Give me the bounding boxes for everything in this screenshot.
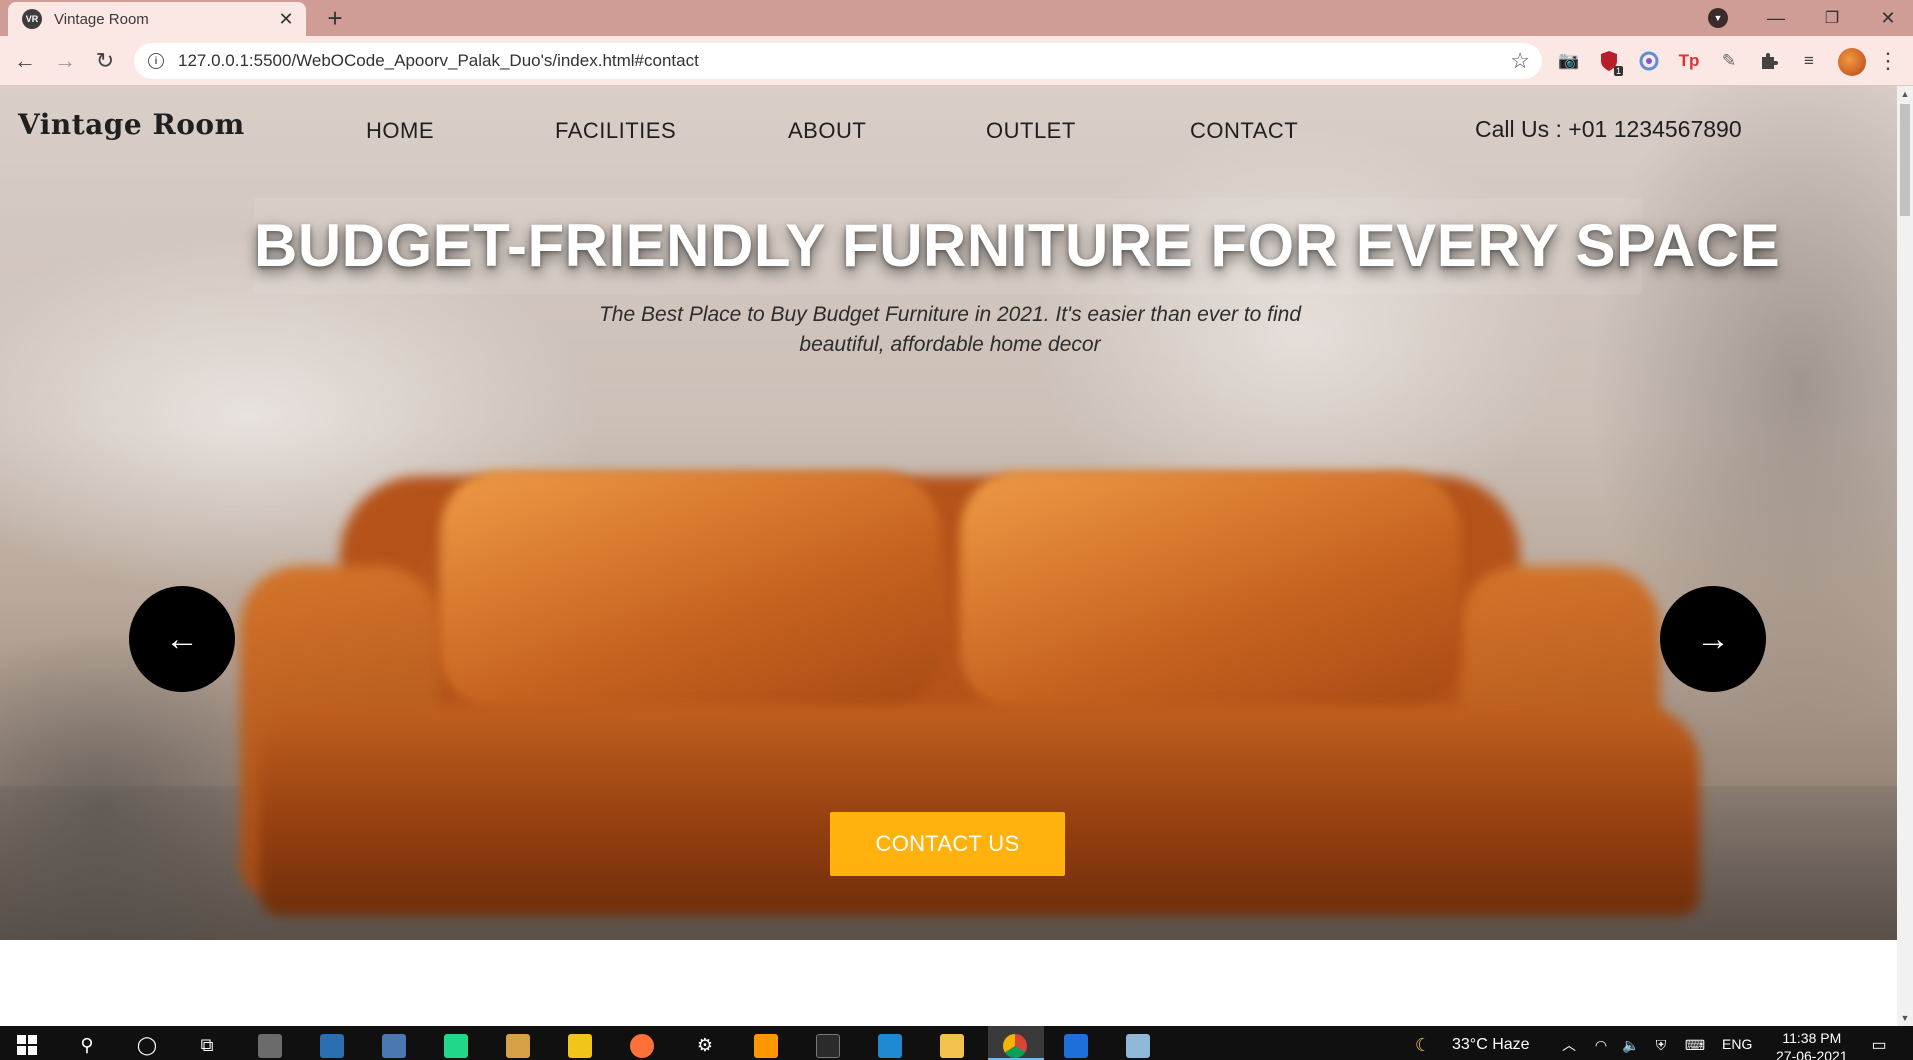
sofa-cushion-left (440, 471, 940, 711)
nav-about[interactable]: ABOUT (788, 118, 866, 144)
forward-button[interactable]: → (50, 46, 80, 76)
contact-us-button[interactable]: CONTACT US (830, 812, 1065, 876)
language-indicator[interactable]: ENG (1722, 1036, 1752, 1052)
sync-extension-icon[interactable] (1637, 49, 1661, 73)
pycharm-icon[interactable] (444, 1034, 468, 1058)
address-bar[interactable]: i 127.0.0.1:5500/WebOCode_Apoorv_Palak_D… (134, 43, 1542, 79)
file-explorer-icon[interactable] (940, 1034, 964, 1058)
site-logo[interactable]: Vintage Room (18, 108, 245, 141)
clock[interactable]: 11:38 PM 27-06-2021 (1776, 1030, 1848, 1060)
reload-button[interactable]: ↻ (90, 46, 120, 76)
shield-extension-icon[interactable]: 1 (1597, 49, 1623, 76)
window-minimize-button[interactable]: — (1748, 0, 1804, 36)
sofa-cushion-right (960, 471, 1460, 711)
new-tab-button[interactable]: + (320, 3, 350, 33)
sticky-notes-icon[interactable] (568, 1034, 592, 1058)
back-button[interactable]: ← (10, 46, 40, 76)
windows-start-icon[interactable] (14, 1032, 40, 1058)
browser-toolbar: ← → ↻ i 127.0.0.1:5500/WebOCode_Apoorv_P… (0, 36, 1913, 86)
clock-date: 27-06-2021 (1776, 1048, 1848, 1060)
calculator-icon[interactable] (382, 1034, 406, 1058)
task-view-icon[interactable]: ⧉ (194, 1032, 220, 1058)
browser-tab[interactable]: VR Vintage Room ✕ (8, 2, 306, 36)
nav-contact[interactable]: CONTACT (1190, 118, 1298, 144)
scroll-up-icon[interactable]: ▲ (1897, 86, 1913, 102)
app-icon-3[interactable] (1126, 1034, 1150, 1058)
scroll-down-icon[interactable]: ▼ (1897, 1010, 1913, 1026)
cortana-icon[interactable]: ◯ (134, 1032, 160, 1058)
wifi-icon[interactable]: ◠ (1588, 1032, 1614, 1058)
app-icon-2[interactable] (320, 1034, 344, 1058)
arrow-left-icon: ← (165, 619, 199, 658)
color-picker-extension-icon[interactable]: ✎ (1717, 49, 1741, 73)
scrollbar-thumb[interactable] (1900, 104, 1910, 216)
sofa-seat (260, 706, 1700, 916)
tab-close-icon[interactable]: ✕ (274, 7, 298, 31)
slider-prev-button[interactable]: ← (129, 586, 235, 692)
extension-badge: 1 (1613, 66, 1623, 76)
keyboard-icon[interactable]: ⌨ (1682, 1032, 1708, 1058)
firefox-icon[interactable] (630, 1034, 654, 1058)
bookmark-star-icon[interactable]: ☆ (1510, 48, 1530, 74)
slider-next-button[interactable]: → (1660, 586, 1766, 692)
window-close-button[interactable]: ✕ (1860, 0, 1913, 36)
extensions-puzzle-icon[interactable] (1757, 49, 1781, 73)
settings-gear-icon[interactable]: ⚙ (692, 1032, 718, 1058)
profile-avatar[interactable] (1838, 48, 1866, 76)
sublime-text-icon[interactable] (754, 1034, 778, 1058)
hero-title: BUDGET-FRIENDLY FURNITURE FOR EVERY SPAC… (254, 198, 1780, 294)
hero-slider: Vintage Room HOME FACILITIES ABOUT OUTLE… (0, 86, 1897, 940)
app-icon-1[interactable] (258, 1034, 282, 1058)
terminal-icon[interactable] (816, 1034, 840, 1058)
clock-time: 11:38 PM (1782, 1030, 1842, 1046)
chrome-icon[interactable] (1003, 1034, 1027, 1058)
nav-home[interactable]: HOME (366, 118, 434, 144)
nav-outlet[interactable]: OUTLET (986, 118, 1076, 144)
notifications-icon[interactable]: ▭ (1866, 1032, 1892, 1058)
hero-subtitle: The Best Place to Buy Budget Furniture i… (598, 303, 1302, 356)
security-shield-icon[interactable]: ⛨ (1648, 1032, 1674, 1058)
arrow-right-icon: → (1696, 619, 1730, 658)
search-icon[interactable]: ⚲ (74, 1032, 100, 1058)
windows-taskbar: ⚲ ◯ ⧉ ⚙ ☾ 33°C Haze ︿ ◠ 🔈 ⛨ ⌨ ENG 11:38 … (0, 1026, 1913, 1060)
camera-extension-icon[interactable]: 📷 (1557, 49, 1581, 73)
browser-menu-icon[interactable]: ⋮ (1876, 46, 1900, 76)
paint-icon[interactable] (506, 1034, 530, 1058)
word-icon[interactable] (1064, 1034, 1088, 1058)
nav-facilities[interactable]: FACILITIES (555, 118, 676, 144)
media-control-icon[interactable]: ≡ (1797, 49, 1821, 73)
window-restore-button[interactable]: ❐ (1804, 0, 1860, 36)
tab-title: Vintage Room (54, 10, 149, 28)
vscode-icon[interactable] (878, 1034, 902, 1058)
page-scrollbar[interactable]: ▲ ▼ (1897, 86, 1913, 1026)
browser-tab-strip: VR Vintage Room ✕ + ▼ — ❐ ✕ (0, 0, 1913, 36)
url-text[interactable]: 127.0.0.1:5500/WebOCode_Apoorv_Palak_Duo… (178, 51, 1510, 71)
tab-search-icon[interactable]: ▼ (1708, 8, 1728, 28)
weather-moon-icon[interactable]: ☾ (1410, 1032, 1436, 1058)
page-viewport: Vintage Room HOME FACILITIES ABOUT OUTLE… (0, 86, 1897, 1026)
volume-icon[interactable]: 🔈 (1618, 1032, 1644, 1058)
tray-chevron-up-icon[interactable]: ︿ (1556, 1032, 1582, 1058)
tp-extension-icon[interactable]: Tp (1677, 49, 1701, 73)
weather-text[interactable]: 33°C Haze (1452, 1036, 1530, 1054)
site-favicon-icon: VR (22, 9, 42, 29)
site-info-icon[interactable]: i (148, 53, 164, 69)
call-us-phone[interactable]: Call Us : +01 1234567890 (1475, 116, 1742, 143)
